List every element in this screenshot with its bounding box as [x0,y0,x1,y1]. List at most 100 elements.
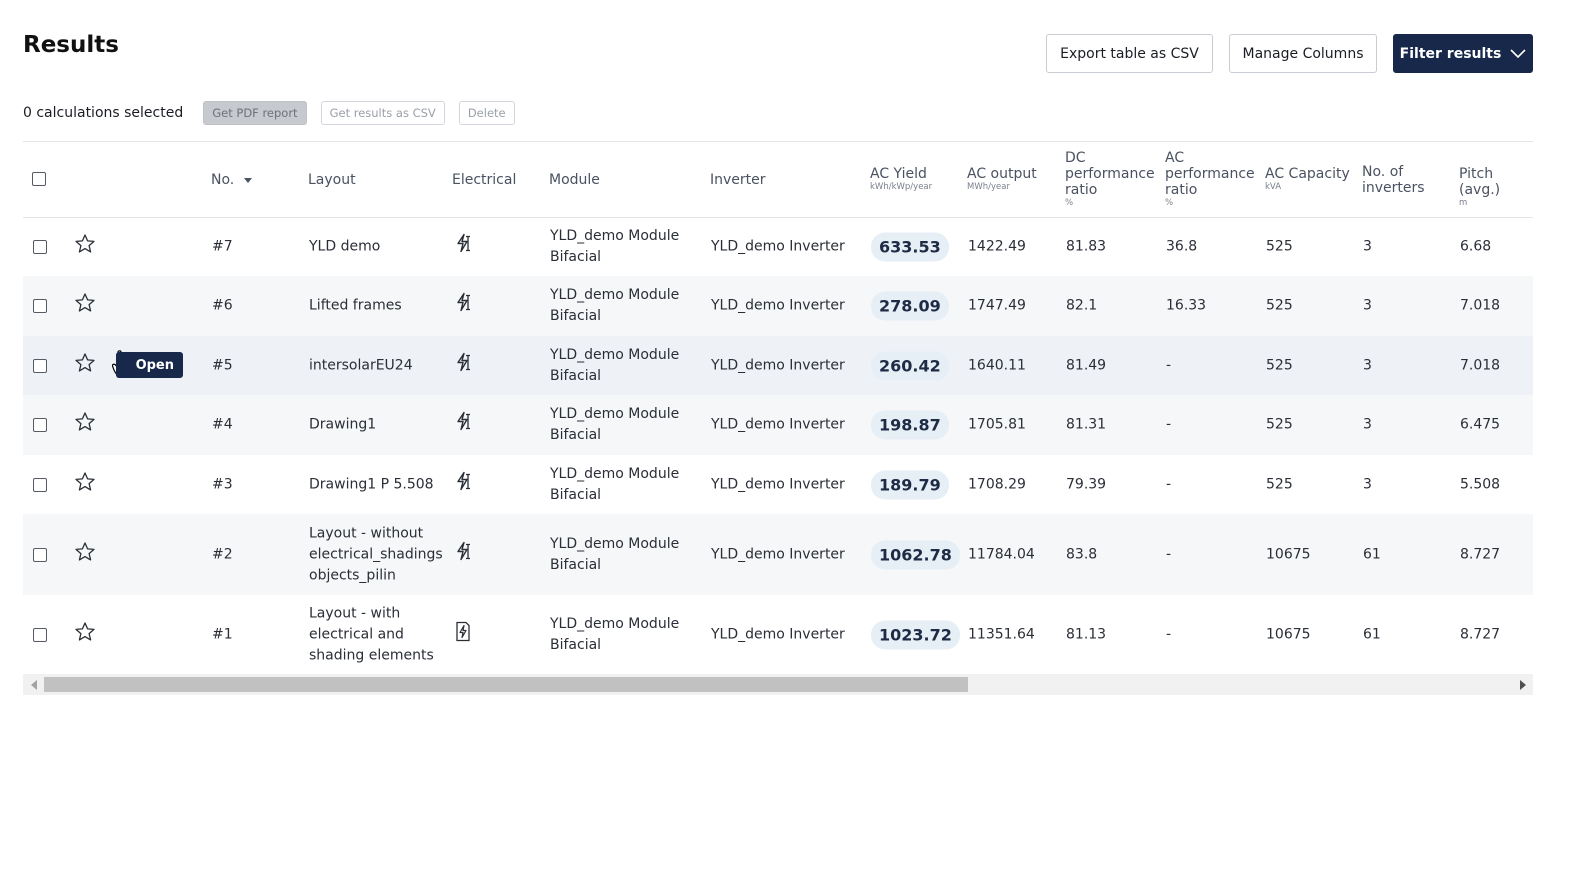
layout-name-line: intersolarEU24 [309,357,413,373]
lightning-cursor-icon[interactable] [455,233,473,260]
star-icon[interactable] [75,541,95,568]
table-row[interactable]: #4 Drawing1 YLD_demo Module Bifacial YLD_dem… [23,395,1533,455]
row-number: #3 [212,476,233,492]
inverter-name: YLD_demo Inverter [711,416,845,433]
pitch-value: 8.727 [1460,626,1501,643]
column-module[interactable]: Module [549,172,600,188]
layout-name[interactable]: Layout - with electrical and shading eleme… [309,604,434,667]
selection-status: 0 calculations selected [23,105,184,121]
horizontal-scrollbar[interactable] [23,674,1533,695]
table-row[interactable]: #6 Lifted frames YLD_demo Module Bifacial YL… [23,276,1533,336]
scroll-right-arrow-icon[interactable] [1512,674,1533,695]
row-checkbox[interactable] [33,299,47,313]
module-name: YLD_demo Module Bifacial [550,464,679,506]
open-tooltip[interactable]: Open [116,352,183,378]
column-ac-output-unit: MWh/year [967,182,1010,192]
star-icon[interactable] [75,352,95,379]
ac-capacity-value: 525 [1266,476,1293,492]
scroll-left-arrow-icon[interactable] [23,674,44,695]
column-dc-pr-line3: ratio [1065,182,1098,198]
lightning-cursor-icon[interactable] [455,541,473,568]
manage-columns-button[interactable]: Manage Columns [1229,34,1377,73]
column-ac-yield-unit: kWh/kWp/year [870,182,933,192]
layout-name[interactable]: YLD demo [309,236,380,257]
dc-pr-value: 81.83 [1066,238,1107,254]
lightning-cursor-icon[interactable] [455,471,473,498]
lightning-cursor-icon[interactable] [455,292,473,320]
column-inverters[interactable]: No. of inverters [1362,164,1425,196]
row-checkbox[interactable] [33,477,47,492]
layout-name[interactable]: Drawing1 P 5.508 [309,474,434,495]
star-icon[interactable] [75,412,95,438]
column-ac-capacity-label: AC Capacity [1265,166,1350,182]
dc-pr-value: 82.1 [1066,297,1098,314]
table-row[interactable]: #3 Drawing1 P 5.508 YLD_demo Module Bifacia… [23,455,1533,514]
column-ac-yield[interactable]: AC Yield kWh/kWp/year [870,166,932,192]
ac-pr-value: - [1166,476,1172,492]
export-csv-button[interactable]: Export table as CSV [1046,34,1213,73]
ac-pr-value: 16.33 [1166,297,1207,314]
layout-name[interactable]: Lifted frames [309,296,402,317]
table-row[interactable]: #1 Layout - with electrical and shading ele… [23,595,1533,675]
column-dc-pr[interactable]: DC performance ratio % [1065,150,1155,208]
module-name: YLD_demo Module Bifacial [550,285,679,327]
pdf-report-button[interactable]: Get PDF report [203,101,307,125]
row-checkbox[interactable] [33,358,47,373]
results-csv-button[interactable]: Get results as CSV [320,101,445,125]
layout-name-line: YLD demo [309,238,381,254]
layout-name[interactable]: Layout - without electrical_shadings objec… [309,523,443,586]
layout-name-line: Drawing1 P 5.508 [309,476,434,492]
layout-name[interactable]: Drawing1 [309,415,376,436]
table-row[interactable]: #5 intersolarEU24 YLD_demo Module Bifacial Y… [23,336,1533,395]
inverters-value: 3 [1363,357,1372,373]
column-layout[interactable]: Layout [308,172,356,188]
lightning-cursor-icon[interactable] [455,352,473,379]
ac-yield-pill: 1023.72 [871,620,960,650]
delete-button[interactable]: Delete [458,101,515,125]
pitch-value: 7.018 [1460,357,1501,373]
pitch-value: 8.727 [1460,546,1501,562]
star-icon[interactable] [75,622,95,648]
module-name: YLD_demo Module Bifacial [550,345,679,387]
column-inverter[interactable]: Inverter [710,172,766,188]
column-no[interactable]: No. [211,172,253,188]
row-checkbox[interactable] [33,239,47,254]
select-all-checkbox[interactable] [32,172,46,186]
layout-name-line: objects_pilin [309,567,396,583]
filter-results-button[interactable]: Filter results [1393,34,1533,73]
layout-name[interactable]: intersolarEU24 [309,355,413,376]
lightning-document-icon[interactable] [455,621,471,649]
inverters-value: 61 [1363,626,1381,643]
inverters-value: 3 [1363,476,1372,492]
ac-yield-pill: 189.79 [871,470,949,499]
row-checkbox[interactable] [33,418,47,432]
table-row[interactable]: #7 YLD demo YLD_demo Module Bifacial YLD_dem… [23,217,1533,276]
lightning-cursor-icon[interactable] [455,411,473,439]
module-name: YLD_demo Module Bifacial [550,404,679,446]
table-row[interactable]: #2 Layout - without electrical_shadings obj… [23,514,1533,595]
dc-pr-value: 81.13 [1066,626,1107,643]
module-name-line: YLD_demo Module [550,406,680,422]
inverter-name: YLD_demo Inverter [711,476,845,492]
layout-name-line: Lifted frames [309,297,402,314]
ac-pr-value: - [1166,546,1172,562]
column-ac-pr[interactable]: AC performance ratio % [1165,150,1255,208]
inverters-value: 61 [1363,546,1381,562]
column-ac-output[interactable]: AC output MWh/year [967,166,1037,192]
star-icon[interactable] [75,233,95,260]
inverters-value: 3 [1363,238,1372,254]
star-icon[interactable] [75,471,95,498]
scrollbar-thumb[interactable] [44,677,968,692]
ac-output-value: 1747.49 [968,297,1026,314]
row-checkbox[interactable] [33,547,47,562]
column-electrical[interactable]: Electrical [452,172,516,188]
module-name-line: Bifacial [550,556,602,573]
row-number: #1 [212,626,233,643]
column-pitch[interactable]: Pitch (avg.) m [1459,166,1533,208]
ac-capacity-value: 10675 [1266,626,1311,643]
column-ac-capacity[interactable]: AC Capacity kVA [1265,166,1350,192]
results-page: Results Export table as CSV Manage Colum… [0,0,1581,878]
module-name-line: YLD_demo Module [550,465,680,482]
row-checkbox[interactable] [33,628,47,642]
star-icon[interactable] [75,293,95,319]
